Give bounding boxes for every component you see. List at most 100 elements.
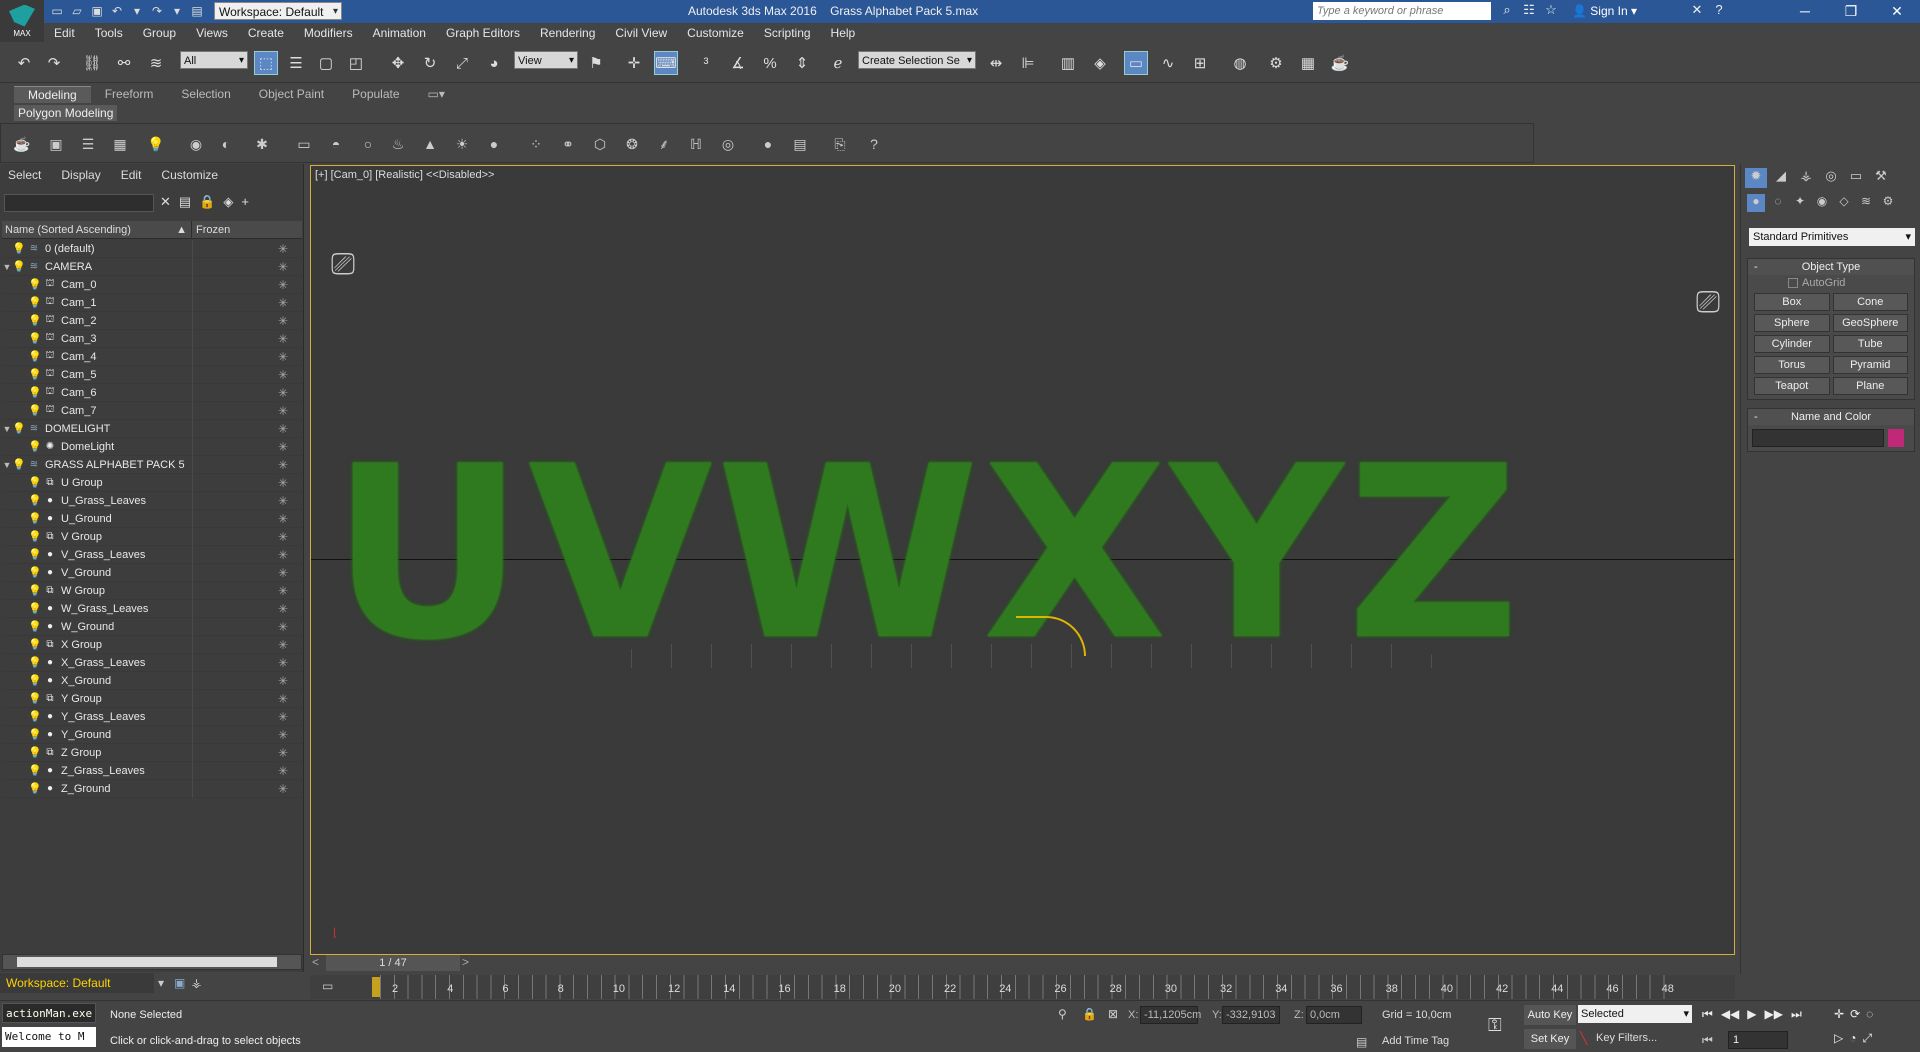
visibility-bulb-icon[interactable]: 💡 (28, 602, 42, 615)
explorer-options-icon[interactable]: ▤ (179, 194, 191, 210)
tab-modeling[interactable]: Modeling (14, 86, 91, 103)
explorer-row[interactable]: 💡 ⧉ U Group ✳ (2, 474, 302, 492)
visibility-bulb-icon[interactable]: 💡 (28, 692, 42, 705)
explorer-row[interactable]: 💡 ● X_Ground ✳ (2, 672, 302, 690)
visibility-bulb-icon[interactable]: 💡 (12, 422, 26, 435)
angle-snap-icon[interactable]: ∡ (726, 51, 750, 75)
go-to-start-icon[interactable]: ⏮ (1702, 1007, 1713, 1022)
explorer-row[interactable]: 💡 ⛫ Cam_7 ✳ (2, 402, 302, 420)
explorer-row[interactable]: 💡 ⧉ W Group ✳ (2, 582, 302, 600)
explorer-row[interactable]: 💡 ⛫ Cam_3 ✳ (2, 330, 302, 348)
list-icon[interactable]: ☰ (77, 134, 99, 154)
create-tab-icon[interactable]: ✹ (1745, 168, 1767, 188)
explorer-row[interactable]: 💡 ● W_Grass_Leaves ✳ (2, 600, 302, 618)
utilities-tab-icon[interactable]: ⚒ (1870, 168, 1892, 188)
frozen-toggle-icon[interactable]: ✳ (278, 368, 288, 382)
frozen-toggle-icon[interactable]: ✳ (278, 458, 288, 472)
shapes-icon[interactable]: ◌ (1769, 194, 1787, 212)
grass-letter-v[interactable]: V (528, 436, 716, 674)
particles-icon[interactable]: ⁘ (525, 134, 547, 154)
y-coordinate[interactable]: -332,9103 (1222, 1006, 1280, 1024)
visibility-bulb-icon[interactable]: 💡 (28, 278, 42, 291)
track-bar[interactable]: ▭ 2 4 6 8 10 12 14 16 18 20 22 24 26 28 30 32 34 36 38 40 42… (310, 975, 1735, 999)
orbit-icon[interactable]: ⟳ (1850, 1007, 1860, 1021)
menu-edit[interactable]: Edit (44, 26, 85, 40)
frozen-toggle-icon[interactable]: ✳ (278, 620, 288, 634)
frozen-toggle-icon[interactable]: ✳ (278, 350, 288, 364)
absolute-mode-icon[interactable]: ⊠ (1108, 1007, 1118, 1021)
exchange-icon[interactable]: ✕ (1688, 2, 1706, 18)
project-folder-icon[interactable]: ▤ (188, 3, 206, 19)
torus-button[interactable]: Torus (1754, 356, 1830, 374)
camera-object-icon[interactable]: ⎚ (1696, 286, 1720, 320)
menu-animation[interactable]: Animation (363, 26, 436, 40)
set-key-filter-icon[interactable]: ╲ (1580, 1031, 1587, 1045)
teapot-button[interactable]: Teapot (1754, 377, 1830, 395)
link-icon[interactable]: ⛓ (80, 51, 104, 75)
frozen-toggle-icon[interactable]: ✳ (278, 332, 288, 346)
curve-editor-icon[interactable]: ∿ (1156, 51, 1180, 75)
hierarchy-icon[interactable]: ⚶ (191, 976, 201, 990)
minimize-button[interactable]: ─ (1782, 0, 1828, 23)
visibility-bulb-icon[interactable]: 💡 (28, 548, 42, 561)
select-object-icon[interactable]: ⬚ (254, 51, 278, 75)
frozen-toggle-icon[interactable]: ✳ (278, 440, 288, 454)
explorer-row[interactable]: 💡 ● V_Ground ✳ (2, 564, 302, 582)
fov-icon[interactable]: ▷ (1834, 1031, 1843, 1046)
frozen-toggle-icon[interactable]: ✳ (278, 728, 288, 742)
explorer-row[interactable]: 💡 ● Y_Grass_Leaves ✳ (2, 708, 302, 726)
teapot-object-icon[interactable]: ♨ (387, 134, 409, 154)
explorer-row[interactable]: ▼ 💡 ≋ GRASS ALPHABET PACK 5 ✳ (2, 456, 302, 474)
undo-icon[interactable]: ↶ (108, 3, 126, 19)
time-slider-thumb[interactable]: 1 / 47 (326, 955, 460, 971)
grass-letter-w[interactable]: W (716, 436, 983, 674)
material-sphere-icon[interactable]: ● (757, 134, 779, 154)
tab-populate[interactable]: Populate (338, 86, 413, 103)
select-manipulate-icon[interactable]: ✛ (622, 51, 646, 75)
column-frozen[interactable]: Frozen (192, 221, 230, 238)
layers-icon[interactable]: ◈ (223, 194, 233, 210)
light-bulb-icon[interactable]: 💡 (145, 134, 167, 154)
geosphere-button[interactable]: GeoSphere (1832, 314, 1908, 332)
grass-letter-y[interactable]: Y (1171, 436, 1347, 674)
bind-spacewarp-icon[interactable]: ≋ (144, 51, 168, 75)
frozen-toggle-icon[interactable]: ✳ (278, 656, 288, 670)
binoculars-icon[interactable]: ⌕ (1498, 2, 1516, 18)
move-icon[interactable]: ✥ (386, 51, 410, 75)
helpers-icon[interactable]: ✱ (251, 134, 273, 154)
menu-tools[interactable]: Tools (85, 26, 133, 40)
hair-fur-icon[interactable]: ℍ (685, 134, 707, 154)
explorer-row[interactable]: 💡 ● Z_Ground ✳ (2, 780, 302, 798)
sun-icon[interactable]: ☀ (451, 134, 473, 154)
frozen-toggle-icon[interactable]: ✳ (278, 422, 288, 436)
expand-toggle-icon[interactable]: ▼ (2, 424, 12, 434)
star-icon[interactable]: ☆ (1542, 2, 1560, 18)
pan-icon[interactable]: ✛ (1834, 1007, 1844, 1021)
key-mode-dropdown[interactable]: Selected (1578, 1005, 1692, 1023)
workspace-selector[interactable]: Workspace: Default (0, 973, 154, 993)
sphere-button[interactable]: Sphere (1754, 314, 1830, 332)
render-setup-icon[interactable]: ⚙ (1264, 51, 1288, 75)
visibility-bulb-icon[interactable]: 💡 (28, 332, 42, 345)
shell-icon[interactable]: ◎ (717, 134, 739, 154)
visibility-bulb-icon[interactable]: 💡 (28, 710, 42, 723)
menu-modifiers[interactable]: Modifiers (294, 26, 363, 40)
open-file-icon[interactable]: ▱ (68, 3, 86, 19)
roll-icon[interactable]: ◔ (1849, 1031, 1856, 1046)
sphere-gold-icon[interactable]: ● (483, 134, 505, 154)
autogrid-checkbox[interactable]: AutoGrid (1748, 275, 1914, 289)
frozen-toggle-icon[interactable]: ✳ (278, 260, 288, 274)
menu-customize[interactable]: Customize (677, 26, 754, 40)
menu-help[interactable]: Help (821, 26, 866, 40)
explorer-search-input[interactable] (4, 194, 154, 212)
frozen-toggle-icon[interactable]: ✳ (278, 746, 288, 760)
frozen-toggle-icon[interactable]: ✳ (278, 602, 288, 616)
frozen-toggle-icon[interactable]: ✳ (278, 710, 288, 724)
place-icon[interactable]: ◕ (482, 51, 506, 75)
visibility-bulb-icon[interactable]: 💡 (28, 656, 42, 669)
explorer-row[interactable]: 💡 ⛫ Cam_6 ✳ (2, 384, 302, 402)
key-filters-button[interactable]: Key Filters... (1596, 1032, 1657, 1044)
visibility-bulb-icon[interactable]: 💡 (28, 746, 42, 759)
selection-lock-icon[interactable]: 🔒 (1082, 1007, 1097, 1021)
object-color-swatch[interactable] (1888, 429, 1904, 447)
